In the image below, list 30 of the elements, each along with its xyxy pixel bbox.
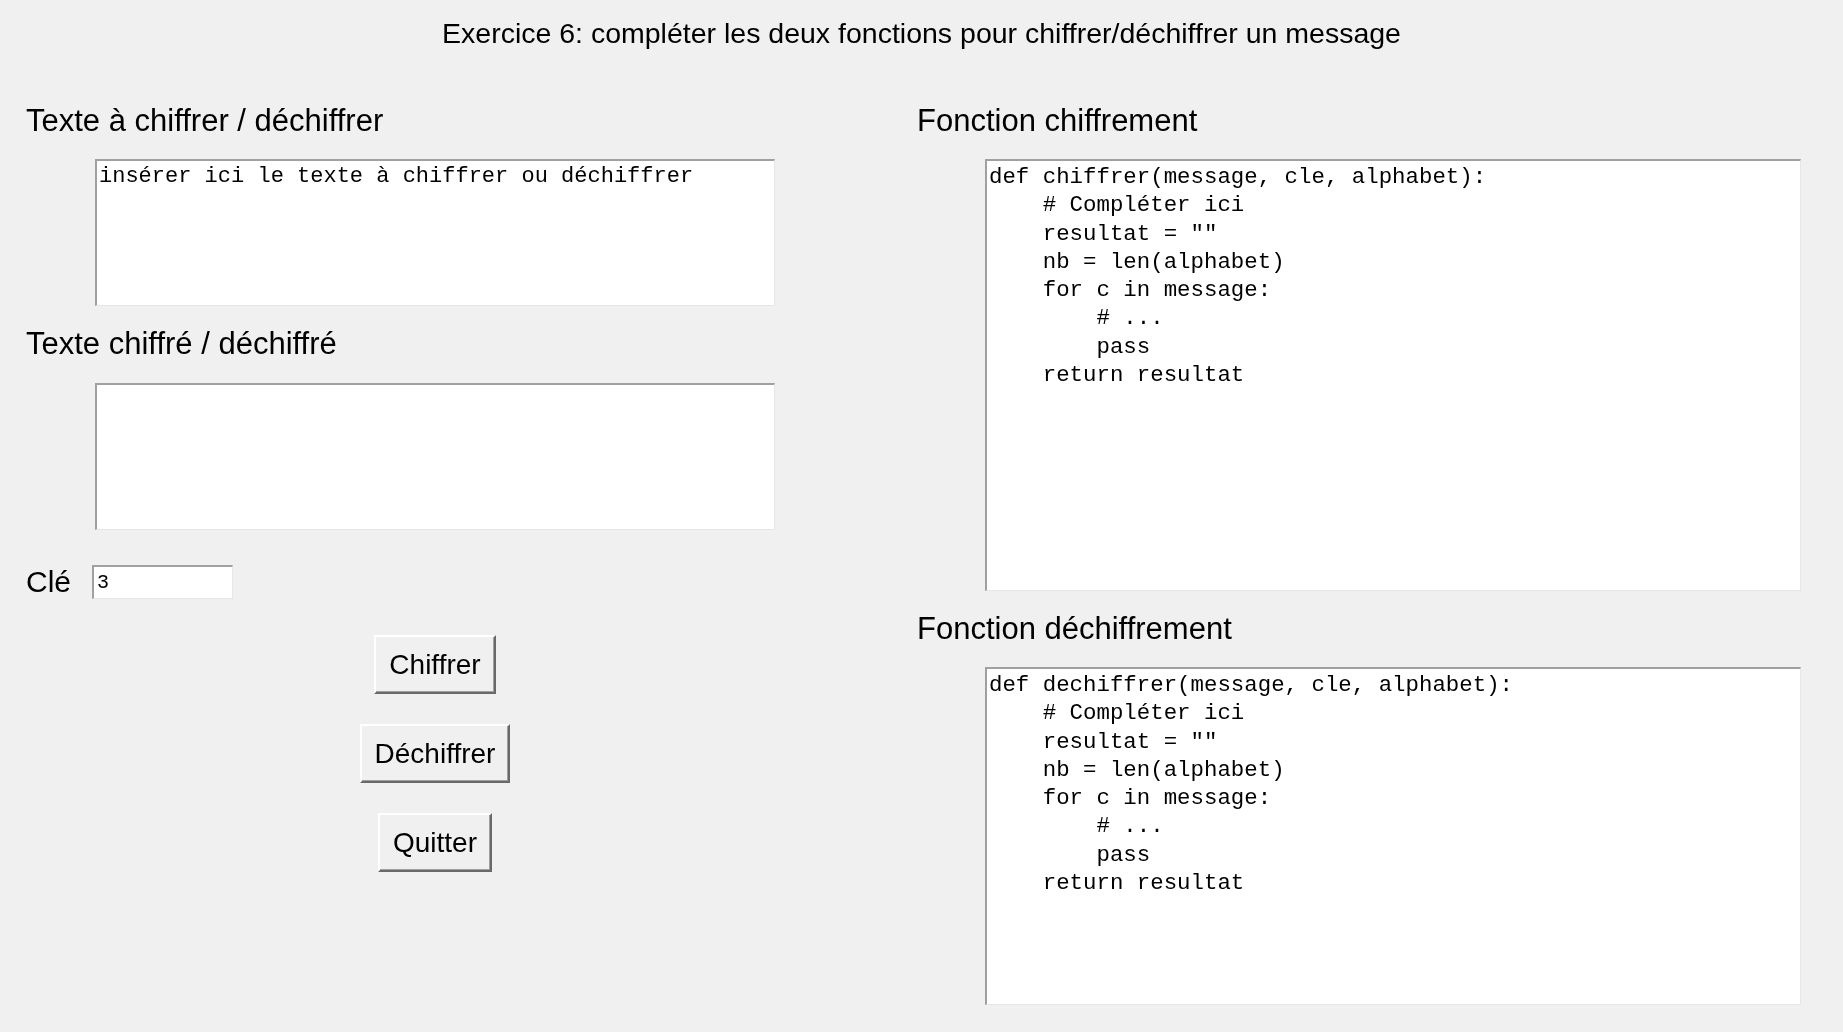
code-editor[interactable]: def chiffrer(message, cle, alphabet): # Compléter ici resultat = "" nb = len(alphabet) for c in message: # ... pass return resultat bbox=[985, 159, 1801, 591]
code-editor[interactable]: def dechiffrer(message, cle, alphabet): # Compléter ici resultat = "" nb = len(alphabet) for c in message: # ... pass return resultat bbox=[985, 667, 1801, 1005]
code-line: nb = len(alphabet) bbox=[1042, 756, 1285, 783]
section-heading: Fonction déchiffrement bbox=[917, 611, 1232, 647]
code-line: def chiffrer(message, cle, alphabet): bbox=[989, 164, 1487, 190]
code-line: return resultat bbox=[1042, 362, 1245, 389]
code-line: for c in message: bbox=[1042, 785, 1272, 812]
code-line: return resultat bbox=[1042, 870, 1245, 897]
code-line: # Compléter ici bbox=[1042, 192, 1245, 219]
code-line: resultat = "" bbox=[1042, 728, 1218, 755]
code-line: pass bbox=[1096, 841, 1151, 868]
code-line: resultat = "" bbox=[1042, 220, 1218, 247]
code-line: nb = len(alphabet) bbox=[1042, 248, 1285, 275]
code-line: # ... bbox=[1096, 813, 1164, 840]
text-area[interactable]: insérer ici le texte à chiffrer ou déchiffrer bbox=[95, 159, 775, 306]
section-heading: Texte à chiffrer / déchiffrer bbox=[26, 103, 384, 139]
encrypt-button[interactable]: Chiffrer bbox=[374, 635, 496, 694]
text-area[interactable] bbox=[95, 383, 775, 530]
code-line: # Compléter ici bbox=[1042, 700, 1245, 727]
quit-button[interactable]: Quitter bbox=[378, 813, 492, 872]
decrypt-button[interactable]: Déchiffrer bbox=[359, 724, 511, 783]
section-heading: Texte chiffré / déchiffré bbox=[26, 326, 337, 362]
code-line: pass bbox=[1096, 333, 1151, 360]
code-line: # ... bbox=[1096, 305, 1164, 332]
page-title: Exercice 6: compléter les deux fonctions pour chiffrer/déchiffrer un message bbox=[441, 16, 1402, 50]
input-field[interactable]: 3 bbox=[92, 565, 233, 599]
code-line: def dechiffrer(message, cle, alphabet): bbox=[989, 672, 1514, 698]
field-label: Clé bbox=[26, 565, 71, 599]
section-heading: Fonction chiffrement bbox=[917, 103, 1198, 139]
code-line: for c in message: bbox=[1042, 277, 1272, 304]
